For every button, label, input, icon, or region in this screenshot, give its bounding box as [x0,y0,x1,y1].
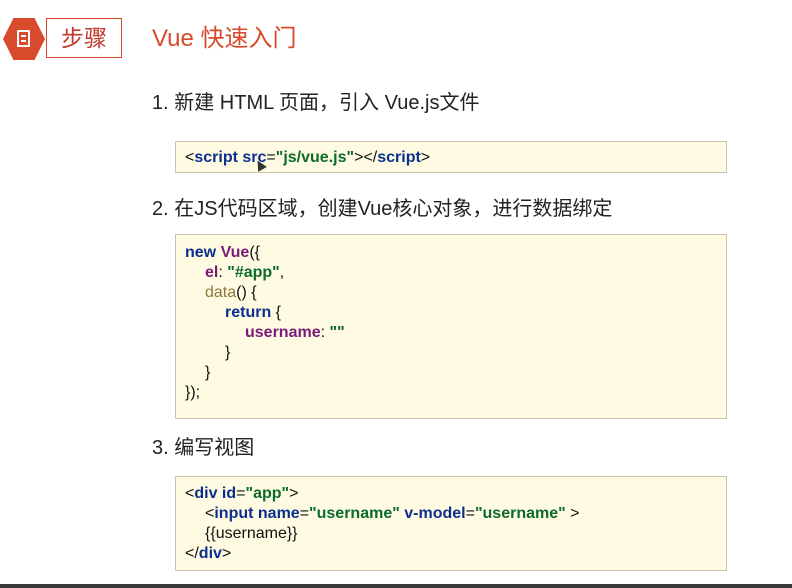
code-block-vue-instance: new Vue({ el: "#app", data() { return { … [175,234,727,419]
step-3-label: 3. 编写视图 [152,437,255,459]
code-block-view-template: <div id="app"> <input name="username" v-… [175,476,727,571]
step-2-label: 2. 在JS代码区域，创建Vue核心对象，进行数据绑定 [152,198,613,220]
bottom-bar [0,584,792,588]
step-1-label: 1. 新建 HTML 页面，引入 Vue.js文件 [152,92,480,114]
step-badge: 步骤 [46,18,122,58]
page-title: Vue 快速入门 [152,25,297,52]
document-icon [3,18,45,60]
